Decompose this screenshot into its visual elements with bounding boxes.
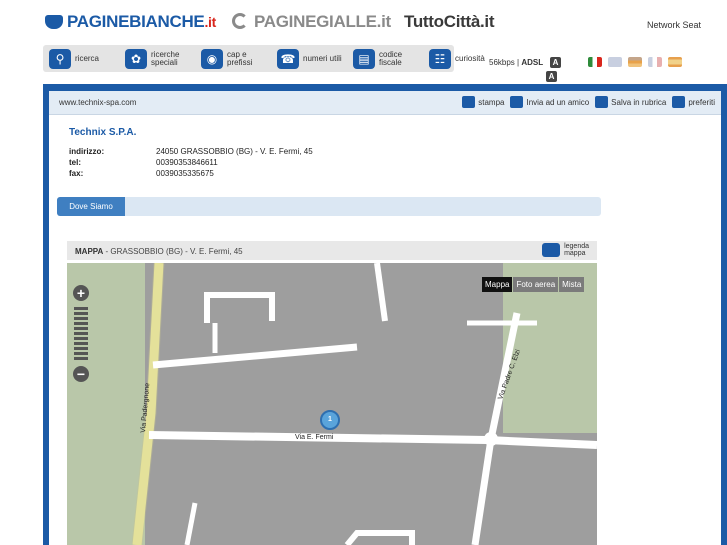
company-website-link[interactable]: www.technix-spa.com: [59, 98, 136, 107]
zoom-level-bar[interactable]: [74, 347, 88, 350]
main-nav: ⚲ ricerca ✿ ricerche speciali ◉ cap e pr…: [43, 45, 485, 72]
zoom-level-bar[interactable]: [74, 322, 88, 325]
info-row: indirizzo: 24050 GRASSOBBIO (BG) - V. E. …: [69, 147, 313, 156]
zoom-level-bar[interactable]: [74, 312, 88, 315]
flag-french[interactable]: [648, 57, 662, 67]
map-title: MAPPA - GRASSOBBIO (BG) - V. E. Fermi, 4…: [75, 247, 243, 256]
globe-icon: ◉: [201, 48, 223, 69]
text-size-badge-alt[interactable]: A: [546, 71, 557, 82]
nav-label: cap e prefissi: [227, 49, 253, 67]
tab-bar: Dove Siamo: [57, 197, 601, 216]
paginegialle-logo[interactable]: PAGINEGIALLE.it: [232, 12, 391, 32]
zoom-control: + −: [71, 285, 91, 395]
actions-bar: stampa Invia ad un amico Salva in rubric…: [462, 96, 715, 108]
search-icon: ⚲: [49, 48, 71, 69]
zoom-level-bar[interactable]: [74, 317, 88, 320]
zoom-out-button[interactable]: −: [73, 366, 89, 382]
zoom-level-bar[interactable]: [74, 342, 88, 345]
nav-curiosita[interactable]: ☷ curiosità: [429, 48, 495, 69]
info-row: fax: 0039035335675: [69, 169, 214, 178]
puzzle-icon: ✿: [125, 48, 147, 69]
envelope-icon: [510, 96, 524, 108]
flag-english[interactable]: [608, 57, 622, 67]
zoom-level-bar[interactable]: [74, 332, 88, 335]
nav-label: numeri utili: [303, 53, 342, 63]
tab-dove-siamo[interactable]: Dove Siamo: [57, 197, 125, 216]
info-row: tel: 00390353846611: [69, 158, 218, 167]
zoom-level-bar[interactable]: [74, 307, 88, 310]
language-flags: [588, 57, 682, 67]
map-legend-button[interactable]: legenda mappa: [542, 243, 589, 257]
flag-german[interactable]: [628, 57, 642, 67]
phone-icon: ☎: [277, 48, 299, 69]
adsl-option[interactable]: ADSL: [521, 58, 543, 67]
paginebianche-logo[interactable]: PAGINEBIANCHE.it: [45, 12, 216, 32]
connection-speed: 56kbps | ADSL: [489, 58, 544, 67]
network-seat-link[interactable]: Network Seat: [647, 20, 701, 30]
nav-ricerche-speciali[interactable]: ✿ ricerche speciali: [125, 48, 191, 69]
zoom-level-bar[interactable]: [74, 357, 88, 360]
map-type-switcher: Mappa Foto aerea Mista: [481, 277, 585, 292]
flag-italian[interactable]: [588, 57, 602, 67]
zoom-level-bar[interactable]: [74, 337, 88, 340]
nav-label: ricerca: [75, 53, 100, 63]
map-type-mappa[interactable]: Mappa: [482, 277, 513, 292]
map-type-mista[interactable]: Mista: [559, 277, 585, 292]
paginebianche-bird-icon: [45, 15, 63, 29]
map-view[interactable]: Via E. Fermi Via Padergnone Via Padre C.…: [67, 263, 597, 545]
speed-option[interactable]: 56kbps: [489, 58, 515, 67]
nav-label: ricerche speciali: [151, 49, 180, 67]
zoom-level-bar[interactable]: [74, 327, 88, 330]
book-icon: ☷: [429, 48, 451, 69]
company-info: indirizzo: 24050 GRASSOBBIO (BG) - V. E. …: [69, 147, 313, 180]
marker-pin-icon: 1: [320, 410, 340, 430]
map-header: MAPPA - GRASSOBBIO (BG) - V. E. Fermi, 4…: [67, 241, 597, 262]
id-card-icon: ▤: [353, 48, 375, 69]
address-book-icon: [595, 96, 609, 108]
company-name: Technix S.P.A.: [69, 127, 137, 138]
star-icon: [672, 96, 686, 108]
printer-icon: [462, 96, 476, 108]
location-marker[interactable]: 1: [320, 410, 340, 432]
nav-ricerca[interactable]: ⚲ ricerca: [49, 48, 115, 69]
flag-spanish[interactable]: [668, 57, 682, 67]
paginegialle-g-icon: [232, 13, 248, 29]
save-contact-button[interactable]: Salva in rubrica: [595, 96, 666, 108]
map-canvas: Via E. Fermi Via Padergnone Via Padre C.…: [131, 263, 597, 545]
nav-numeri-utili[interactable]: ☎ numeri utili: [277, 48, 343, 69]
send-to-friend-button[interactable]: Invia ad un amico: [510, 96, 589, 108]
favorites-button[interactable]: preferiti: [672, 96, 715, 108]
street-label-fermi: Via E. Fermi: [295, 434, 334, 441]
nav-label: codice fiscale: [379, 49, 403, 67]
url-bar: www.technix-spa.com stampa Invia ad un a…: [49, 91, 721, 115]
zoom-level-bar[interactable]: [74, 352, 88, 355]
tuttocitta-logo[interactable]: TuttoCittà.it: [404, 12, 495, 32]
text-size-badge[interactable]: A: [550, 57, 561, 68]
nav-cap-prefissi[interactable]: ◉ cap e prefissi: [201, 48, 267, 69]
print-button[interactable]: stampa: [462, 96, 504, 108]
zoom-in-button[interactable]: +: [73, 285, 89, 301]
list-icon: [542, 243, 561, 257]
nav-codice-fiscale[interactable]: ▤ codice fiscale: [353, 48, 419, 69]
map-type-foto-aerea[interactable]: Foto aerea: [513, 277, 559, 292]
